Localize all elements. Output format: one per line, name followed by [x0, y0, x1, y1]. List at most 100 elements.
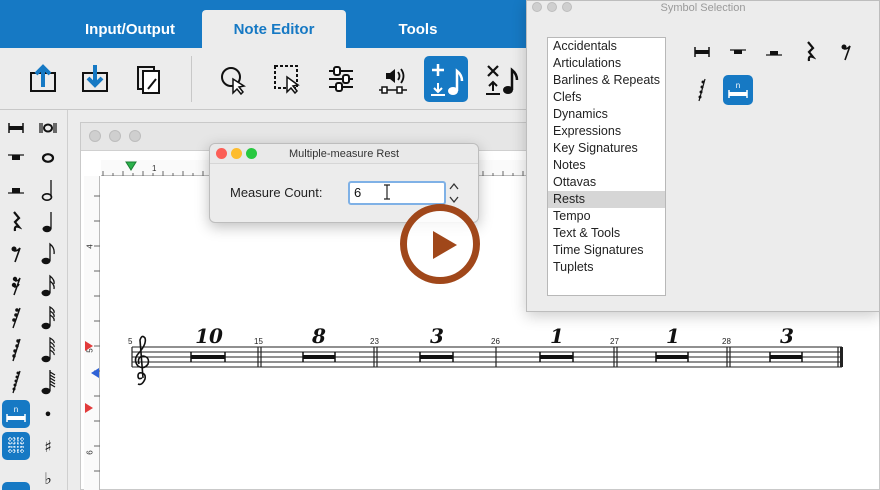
category-item[interactable]: Notes [548, 157, 665, 174]
symbol-multimeasure-rest[interactable]: n [723, 75, 753, 105]
select-tool-button[interactable] [216, 60, 250, 98]
symbol-eighth-rest[interactable] [831, 37, 861, 67]
window-close-button[interactable] [89, 130, 101, 142]
svg-text:n: n [736, 81, 740, 90]
one-twenty-eighth-note-icon[interactable] [34, 368, 62, 396]
category-item[interactable]: Barlines & Repeats [548, 72, 665, 89]
category-item[interactable]: Dynamics [548, 106, 665, 123]
double-whole-rest-icon[interactable] [2, 114, 30, 142]
half-note-icon[interactable] [34, 176, 62, 204]
multimeasure-rest-icon[interactable]: n [2, 400, 30, 428]
one-twenty-eighth-rest-icon[interactable] [2, 368, 30, 396]
eighth-note-icon[interactable] [34, 240, 62, 268]
whole-rest-icon [730, 49, 746, 54]
import-icon [30, 64, 56, 92]
half-rest-icon [766, 51, 782, 56]
indent-marker-icon[interactable] [125, 161, 137, 171]
play-icon [433, 231, 457, 259]
page-edit-icon [137, 66, 160, 94]
half-rest-icon[interactable] [2, 176, 30, 204]
measure-count-input[interactable]: 6 [348, 181, 446, 205]
dialog-zoom-button[interactable] [246, 148, 257, 159]
category-item[interactable]: Tempo [548, 208, 665, 225]
sixteenth-note-icon[interactable] [34, 272, 62, 300]
add-note-icon [431, 64, 464, 96]
sixty-fourth-rest-icon [698, 78, 706, 102]
window-minimize-button[interactable] [109, 130, 121, 142]
symwin-zoom-button[interactable] [562, 2, 572, 12]
tab-tools[interactable]: Tools [350, 10, 486, 48]
eighth-rest-icon [841, 44, 851, 61]
thirty-second-rest-icon[interactable] [2, 304, 30, 332]
category-item[interactable]: Tuplets [548, 259, 665, 276]
symbol-category-list[interactable]: Accidentals Articulations Barlines & Rep… [547, 37, 666, 296]
vertical-ruler[interactable]: 4 5 6 [84, 176, 100, 490]
quarter-rest-icon [807, 41, 816, 62]
bottom-margin-marker-icon[interactable] [84, 402, 94, 414]
marquee-select-icon [274, 65, 300, 95]
flat-icon[interactable]: ♭ [34, 464, 62, 490]
symbol-selection-title: Symbol Selection [660, 2, 746, 14]
category-item[interactable]: Articulations [548, 55, 665, 72]
eighth-rest-icon[interactable] [2, 240, 30, 268]
tab-note-editor[interactable]: Note Editor [202, 10, 346, 48]
playback-button[interactable] [376, 60, 410, 98]
category-item[interactable]: Text & Tools [548, 225, 665, 242]
dialog-close-button[interactable] [216, 148, 227, 159]
sixteenth-rest-icon[interactable] [2, 272, 30, 300]
sixty-fourth-rest-icon[interactable] [2, 336, 30, 364]
svg-text:n: n [14, 405, 18, 414]
symbol-half-rest[interactable] [759, 37, 789, 67]
mixer-button[interactable] [324, 60, 358, 98]
category-item[interactable]: Time Signatures [548, 242, 665, 259]
quarter-rest-icon[interactable] [2, 208, 30, 236]
marquee-select-button[interactable] [270, 60, 304, 98]
page-edit-button[interactable] [132, 60, 166, 98]
whole-note-icon[interactable] [34, 144, 62, 172]
double-whole-rest-icon [694, 47, 710, 57]
staff-position-marker-icon[interactable] [90, 367, 100, 379]
mixer-sliders-icon [329, 66, 353, 92]
delete-note-button[interactable] [482, 60, 522, 98]
play-video-button[interactable] [400, 204, 480, 284]
double-whole-note-icon[interactable] [34, 114, 62, 142]
sharp-icon[interactable]: ♯ [34, 432, 62, 460]
delete-note-icon [486, 65, 519, 95]
dialog-minimize-button[interactable] [231, 148, 242, 159]
dot-icon[interactable]: • [34, 400, 62, 428]
top-margin-marker-icon[interactable] [84, 340, 94, 352]
select-pointer-icon [221, 67, 246, 95]
add-note-button[interactable] [424, 56, 468, 102]
symbol-selection-window: Symbol Selection Accidentals Articulatio… [526, 0, 880, 312]
import-button[interactable] [26, 60, 60, 98]
sixty-fourth-note-icon[interactable] [34, 336, 62, 364]
category-item-selected[interactable]: Rests [548, 191, 665, 208]
measure-count-label: Measure Count: [230, 185, 323, 200]
measure-count-stepper[interactable] [448, 181, 460, 205]
category-item[interactable]: Clefs [548, 89, 665, 106]
symbol-whole-rest[interactable] [723, 37, 753, 67]
category-item[interactable]: Expressions [548, 123, 665, 140]
symbol-quarter-rest[interactable] [795, 37, 825, 67]
multimeasure-rest-icon: n [728, 81, 748, 98]
category-item[interactable]: Key Signatures [548, 140, 665, 157]
text-cursor-icon [384, 184, 390, 200]
palette-more-button[interactable] [2, 482, 30, 490]
thirty-second-note-icon[interactable] [34, 304, 62, 332]
quarter-note-icon[interactable] [34, 208, 62, 236]
symbol-palette: n • ♯ ♭ [0, 110, 68, 490]
window-zoom-button[interactable] [129, 130, 141, 142]
whole-rest-icon[interactable] [2, 144, 30, 172]
symbol-double-whole-rest[interactable] [687, 37, 717, 67]
tab-input-output[interactable]: Input/Output [62, 10, 198, 48]
category-item[interactable]: Accidentals [548, 38, 665, 55]
export-icon [82, 65, 108, 92]
export-button[interactable] [78, 60, 112, 98]
symwin-close-button[interactable] [532, 2, 542, 12]
category-item[interactable]: Ottavas [548, 174, 665, 191]
toolbar-divider [191, 56, 192, 102]
rest-grid-icon[interactable] [2, 432, 30, 460]
symbol-sixty-fourth-rest[interactable] [687, 75, 717, 105]
playback-speaker-icon [379, 68, 407, 94]
symwin-minimize-button[interactable] [547, 2, 557, 12]
